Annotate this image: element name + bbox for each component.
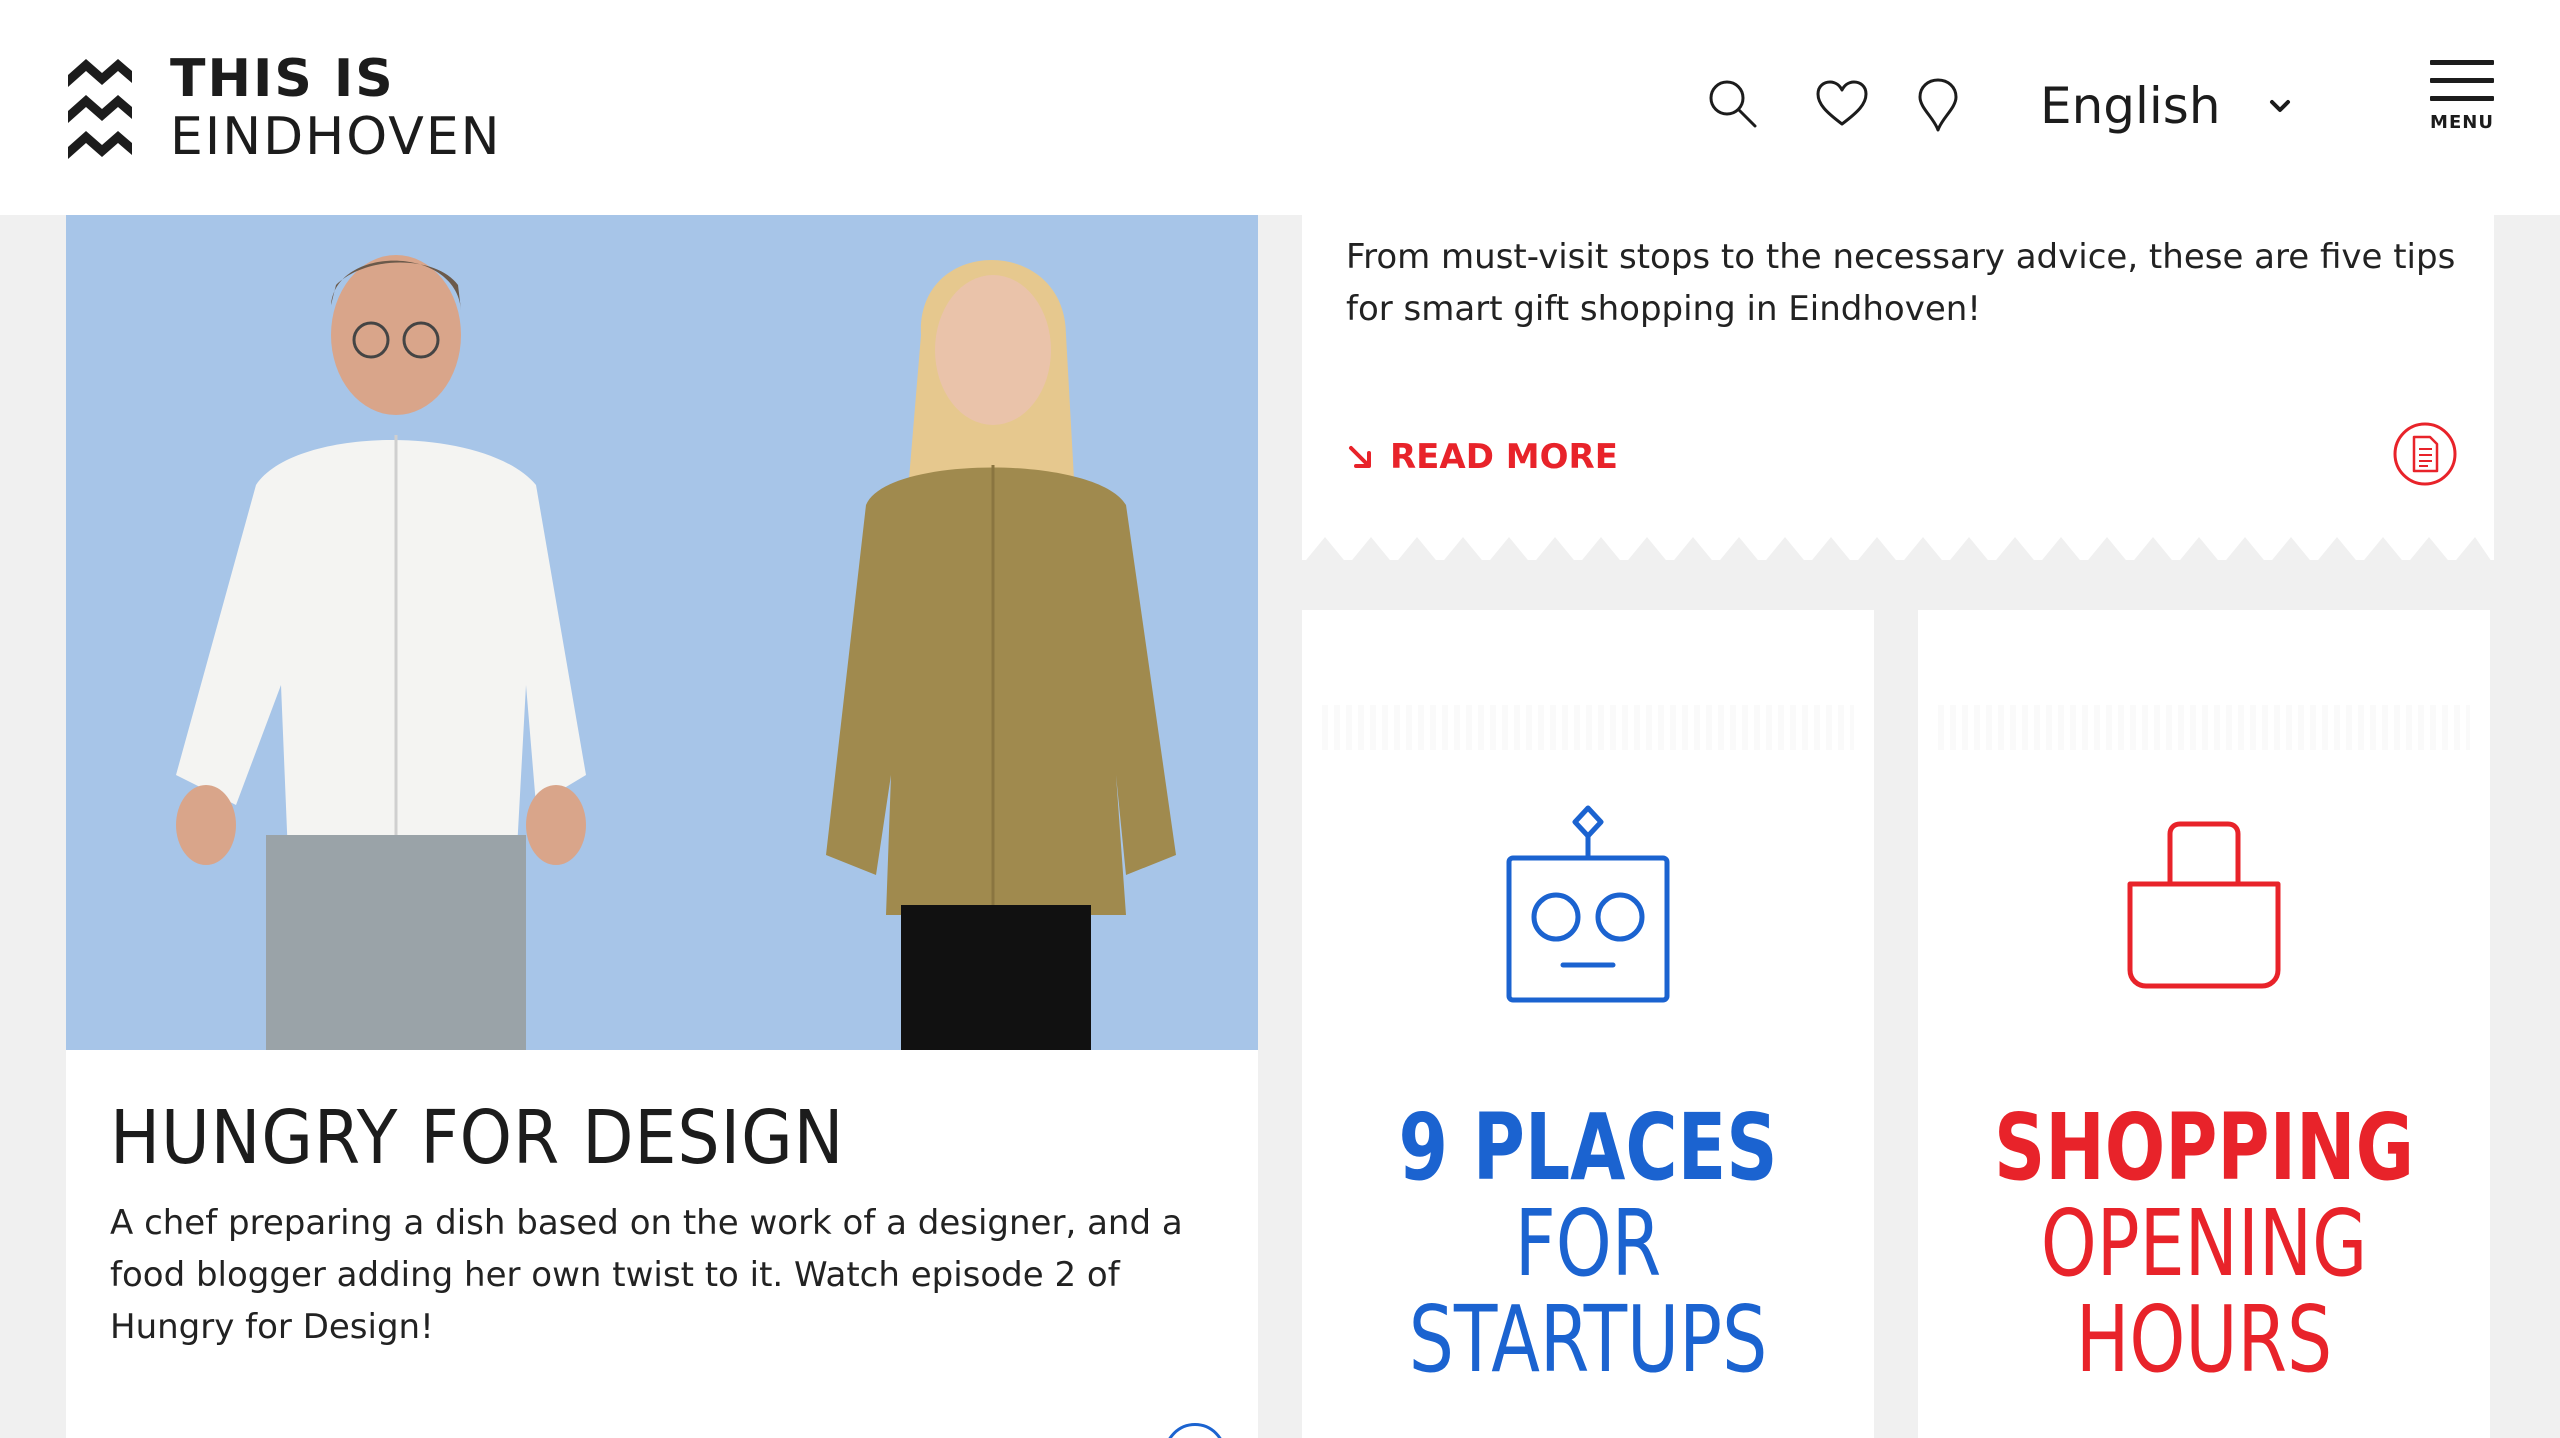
heart-icon[interactable] xyxy=(1812,74,1872,134)
robot-icon xyxy=(1506,805,1670,1003)
tile-line-3: HOURS xyxy=(2075,1286,2333,1393)
menu-label: MENU xyxy=(2430,112,2494,133)
tile-startups-title: 9 PLACES FOR STARTUPS xyxy=(1302,1100,1874,1388)
hamburger-bar xyxy=(2430,78,2494,83)
search-icon[interactable] xyxy=(1703,74,1763,134)
feature-description: A chef preparing a dish based on the wor… xyxy=(110,1203,1183,1347)
chevron-down-icon xyxy=(2269,100,2290,112)
logo-wave-icon xyxy=(68,59,132,159)
map-pin-icon[interactable] xyxy=(1908,74,1968,134)
logo-text: THIS IS EINDHOVEN xyxy=(170,50,502,166)
language-label: English xyxy=(2040,77,2221,135)
tile-shadow xyxy=(1322,705,1854,750)
shopping-bag-icon xyxy=(2127,821,2281,989)
article-excerpt: From must-visit stops to the necessary a… xyxy=(1346,237,2456,329)
menu-button[interactable]: MENU xyxy=(2430,60,2494,133)
video-icon xyxy=(1164,1423,1226,1438)
tile-line-2: FOR xyxy=(1514,1190,1662,1297)
tile-line-3: STARTUPS xyxy=(1408,1286,1768,1393)
feature-photo xyxy=(66,215,1258,1050)
article-card[interactable]: From must-visit stops to the necessary a… xyxy=(1302,215,2494,560)
hamburger-bar xyxy=(2430,96,2494,101)
document-icon xyxy=(2393,422,2457,486)
site-logo[interactable]: THIS IS EINDHOVEN xyxy=(64,50,502,166)
site-header: THIS IS EINDHOVEN English MENU xyxy=(0,0,2560,215)
feature-card[interactable]: HUNGRY FOR DESIGN A chef preparing a dis… xyxy=(66,215,1258,1438)
tile-shadow xyxy=(1938,705,2470,750)
arrow-down-right-icon xyxy=(1349,446,1371,468)
read-more-link[interactable]: READ MORE xyxy=(1346,437,1618,477)
language-selector[interactable]: English xyxy=(2040,74,2295,138)
tile-line-1: SHOPPING xyxy=(1993,1094,2415,1201)
read-more-label: READ MORE xyxy=(1390,437,1618,477)
tile-shopping[interactable]: SHOPPING OPENING HOURS xyxy=(1918,610,2490,1438)
tile-line-2: OPENING xyxy=(2040,1190,2368,1297)
logo-line-2: EINDHOVEN xyxy=(170,107,502,167)
feature-title[interactable]: HUNGRY FOR DESIGN xyxy=(110,1095,844,1181)
logo-line-1: THIS IS xyxy=(170,49,395,109)
tile-startups[interactable]: 9 PLACES FOR STARTUPS xyxy=(1302,610,1874,1438)
zigzag-divider xyxy=(1302,537,2494,565)
tile-line-1: 9 PLACES xyxy=(1398,1094,1778,1201)
hamburger-icon xyxy=(2430,60,2494,65)
tile-shopping-title: SHOPPING OPENING HOURS xyxy=(1918,1100,2490,1388)
